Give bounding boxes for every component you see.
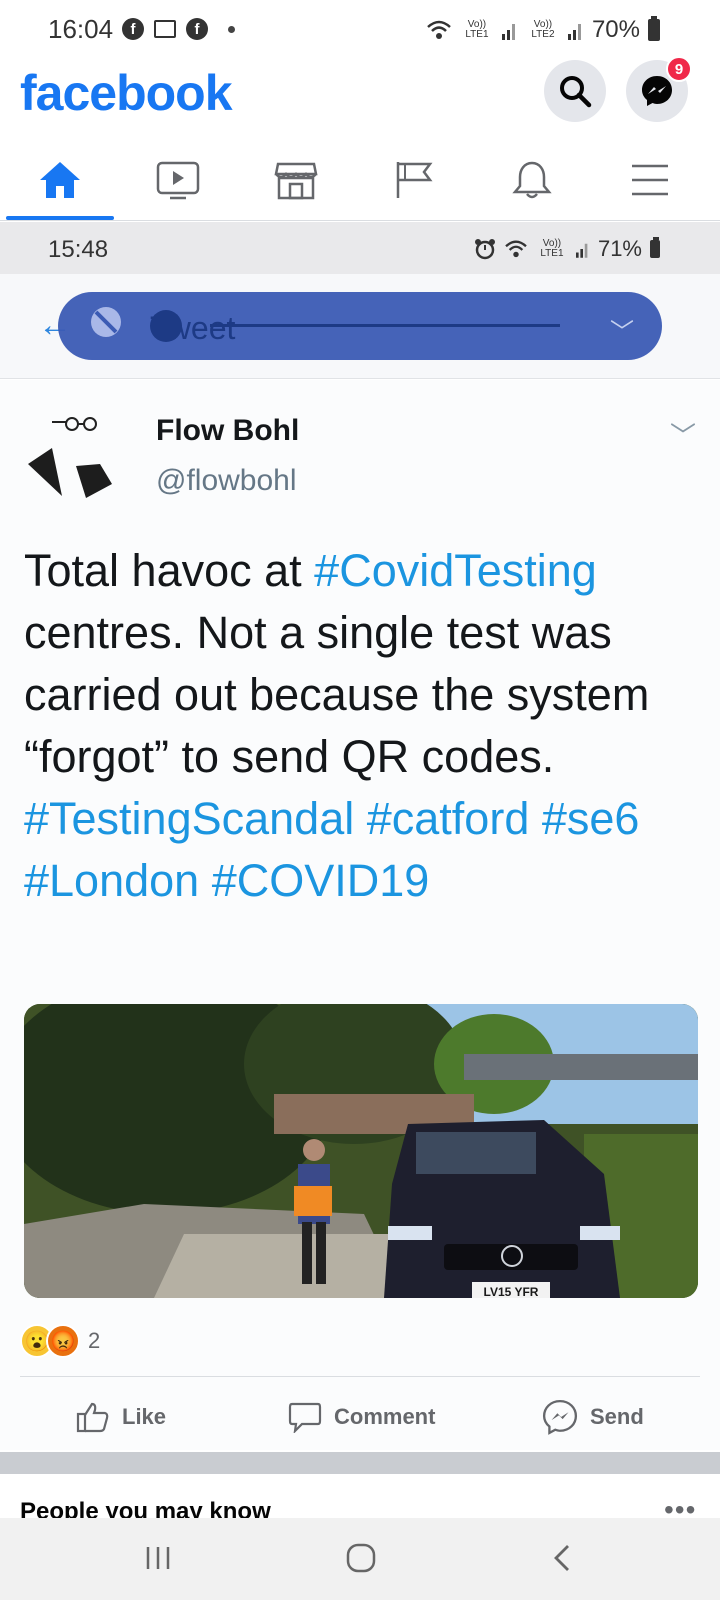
system-navigation-bar	[0, 1518, 720, 1600]
tweet-text-segment: centres. Not a single test was carried o…	[24, 607, 650, 782]
hamburger-menu-icon	[632, 164, 668, 196]
messenger-button[interactable]: 9	[626, 56, 692, 122]
embedded-status-bar: 15:48 Vo)) LTE1 71%	[0, 222, 720, 274]
reaction-summary[interactable]: 😮 😡 2	[20, 1324, 100, 1358]
battery-icon	[648, 16, 660, 41]
actions-divider	[20, 1376, 700, 1377]
facebook-notification-icon: f	[122, 18, 144, 40]
main-nav	[0, 140, 720, 221]
bell-icon	[512, 161, 552, 199]
hashtag-link[interactable]: #COVID19	[212, 855, 430, 906]
signal-icon	[575, 243, 588, 258]
tweet-options-chevron-icon[interactable]: ﹀	[670, 416, 696, 453]
recent-apps-icon[interactable]	[144, 1544, 172, 1572]
tweet-text-segment: Total havoc at	[24, 545, 315, 596]
video-icon	[156, 161, 200, 200]
like-label: Like	[122, 1404, 167, 1429]
chevron-down-icon: ﹀	[610, 319, 634, 346]
alarm-icon	[474, 239, 495, 260]
send-label: Send	[590, 1404, 644, 1429]
license-plate: LV15 YFR	[484, 1285, 539, 1298]
tab-watch[interactable]	[118, 140, 238, 220]
status-notification-icons: f f	[122, 18, 235, 40]
hashtag-link[interactable]: #se6	[542, 793, 640, 844]
active-tab-indicator	[6, 216, 114, 220]
feed-separator	[0, 1452, 720, 1474]
status-bar: 16:04 f f Vo)) LTE1 Vo)) LTE2 70%	[0, 0, 720, 60]
people-you-may-know-section: People you may know •••	[0, 1474, 720, 1518]
like-button[interactable]: Like	[76, 1384, 166, 1450]
back-button-icon[interactable]	[550, 1544, 574, 1572]
battery-percent: 70%	[591, 16, 640, 43]
messenger-icon	[642, 76, 672, 106]
tweet-text-segment	[354, 793, 367, 844]
messenger-badge: 9	[666, 56, 692, 82]
hashtag-link[interactable]: #catford	[367, 793, 530, 844]
overlay-slider-track	[210, 324, 560, 327]
embedded-battery-percent: 71%	[597, 236, 642, 261]
hide-icon	[91, 307, 121, 337]
calendar-notification-icon	[154, 20, 176, 38]
tweet-text: Total havoc at #CovidTesting centres. No…	[24, 540, 704, 912]
signal-1-icon	[501, 24, 515, 40]
hashtag-link[interactable]: #CovidTesting	[314, 545, 597, 596]
more-options-icon[interactable]: •••	[664, 1494, 696, 1518]
home-icon	[40, 162, 80, 198]
flag-icon	[396, 162, 433, 198]
tab-pages[interactable]	[354, 140, 474, 220]
tab-notifications[interactable]	[472, 140, 592, 220]
embedded-status-time: 15:48	[48, 236, 109, 263]
more-notifications-dot-icon	[228, 25, 235, 33]
marketplace-icon	[274, 162, 318, 200]
tab-home[interactable]	[0, 140, 120, 220]
network-2-label: Vo)) LTE2	[531, 19, 555, 40]
embedded-network-label: Vo)) LTE1	[540, 238, 564, 259]
network-1-label: Vo)) LTE1	[465, 19, 489, 40]
comment-label: Comment	[334, 1404, 436, 1429]
wifi-icon	[427, 20, 451, 39]
angry-reaction-icon: 😡	[46, 1324, 80, 1358]
home-button-icon[interactable]	[345, 1542, 377, 1574]
tab-menu[interactable]	[590, 140, 710, 220]
status-right: Vo)) LTE1 Vo)) LTE2 70%	[426, 16, 660, 44]
tab-marketplace[interactable]	[236, 140, 356, 220]
embedded-status-right: Vo)) LTE1 71%	[474, 236, 660, 262]
tweet-text-segment	[199, 855, 212, 906]
tweet-author-name[interactable]: Flow Bohl	[156, 414, 299, 448]
search-icon	[560, 76, 592, 108]
tweet-author-handle[interactable]: @flowbohl	[156, 464, 297, 498]
search-button[interactable]	[544, 60, 606, 122]
facebook-notification-icon-2: f	[186, 18, 208, 40]
signal-2-icon	[567, 24, 581, 40]
comment-button[interactable]: Comment	[288, 1384, 435, 1450]
hashtag-link[interactable]: #London	[24, 855, 199, 906]
tweet-text-segment	[529, 793, 542, 844]
avatar	[28, 417, 112, 498]
overlay-slider-knob	[150, 310, 182, 342]
tweet-photo[interactable]: LV15 YFR	[24, 1004, 698, 1298]
hashtag-link[interactable]: #TestingScandal	[24, 793, 354, 844]
wifi-icon	[505, 240, 527, 258]
people-you-may-know-title: People you may know	[20, 1498, 271, 1518]
testing-centre-photo: LV15 YFR	[24, 1004, 698, 1298]
thumbs-up-icon	[76, 1402, 109, 1433]
reaction-count: 2	[88, 1328, 101, 1353]
messenger-send-icon	[542, 1399, 578, 1435]
status-time: 16:04	[48, 14, 114, 44]
post-actions: Like Comment Send	[0, 1384, 720, 1450]
send-button[interactable]: Send	[542, 1384, 644, 1450]
comment-icon	[288, 1402, 322, 1433]
facebook-logo[interactable]: facebook	[20, 64, 233, 122]
battery-icon	[650, 237, 660, 258]
